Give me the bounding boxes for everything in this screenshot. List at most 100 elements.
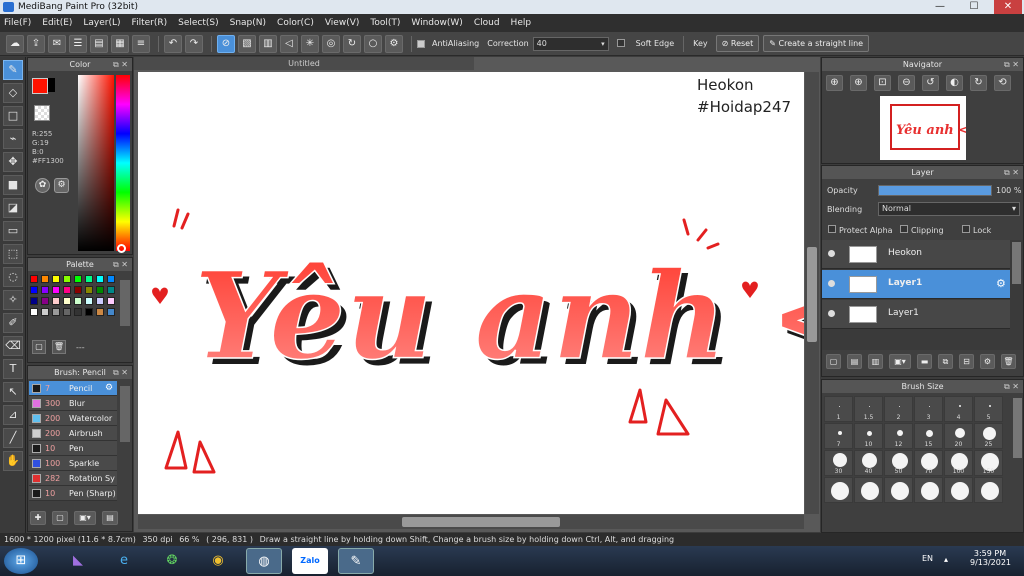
palette-swatch[interactable] [30,275,38,283]
palette-scrollbar[interactable] [120,280,130,326]
layer-settings-gear-icon[interactable]: ⚙ [996,277,1006,290]
chrome-icon[interactable]: ◉ [200,548,236,574]
chat-icon[interactable]: ☰ [69,34,87,53]
lock-option[interactable]: Lock [962,225,991,235]
palette-swatch[interactable] [74,308,82,316]
brush-size-option[interactable]: 1.5 [854,396,883,422]
palette-swatch[interactable] [30,286,38,294]
zoom-in-2-icon[interactable]: ⊕ [850,75,867,91]
palette-swatch[interactable] [74,297,82,305]
palette-swatch[interactable] [107,275,115,283]
horizontal-scroll-thumb[interactable] [402,517,560,527]
select-tool-icon[interactable]: ⬚ [3,244,23,264]
foreground-color-swatch[interactable] [32,78,48,94]
vertical-scrollbar[interactable] [805,72,819,514]
brush-size-option[interactable]: 20 [944,423,973,449]
brush-size-option[interactable] [914,477,943,503]
brush-size-option[interactable]: 4 [944,396,973,422]
visibility-eye-icon[interactable] [828,250,835,257]
lock-checkbox[interactable] [962,225,970,233]
palette-swatch[interactable] [30,308,38,316]
magic-wand-icon[interactable]: ✧ [3,290,23,310]
operation-tool-icon[interactable]: ↖ [3,382,23,402]
brush-size-option[interactable]: 70 [914,450,943,476]
menu-layer[interactable]: Layer(L) [83,18,120,28]
dot-tool-icon[interactable]: □ [3,106,23,126]
palette-swatch[interactable] [96,275,104,283]
brush-size-option[interactable]: 1 [824,396,853,422]
panel-close-icon[interactable]: ⧉ ✕ [113,366,128,379]
divide-tool-icon[interactable]: ╱ [3,428,23,448]
panel-close-icon[interactable]: ⧉ ✕ [1004,380,1019,393]
brush-size-option[interactable]: 30 [824,450,853,476]
palette-swatch[interactable] [52,286,60,294]
brush-item[interactable]: 10 Pen [29,441,117,456]
brush-size-option[interactable]: 2 [884,396,913,422]
layer-item[interactable]: Layer1 [822,300,1010,329]
internet-explorer-icon[interactable]: e [106,548,142,574]
palette-swatch[interactable] [96,286,104,294]
app-green-icon[interactable]: ❂ [154,548,190,574]
blending-select[interactable]: Normal ▾ [878,202,1020,216]
palette-swatch[interactable] [63,297,71,305]
palette-icon[interactable]: ✿ [35,178,50,193]
vertical-scroll-thumb[interactable] [807,247,817,342]
brush-item[interactable]: 300 Blur [29,396,117,411]
menu-view[interactable]: View(V) [325,18,360,28]
brush-size-option[interactable] [974,477,1003,503]
menu-tool[interactable]: Tool(T) [370,18,400,28]
zoom-in-icon[interactable]: ⊕ [826,75,843,91]
comment-icon[interactable]: ✉ [48,34,66,53]
antialiasing-checkbox[interactable] [417,39,425,48]
menu-select[interactable]: Select(S) [178,18,219,28]
palette-swatch[interactable] [107,297,115,305]
palette-swatch[interactable] [96,297,104,305]
merge-layer-icon[interactable]: ⊟ [959,354,974,369]
palette-swatch[interactable] [41,297,49,305]
brush-size-option[interactable] [944,477,973,503]
palette-swatch[interactable] [52,308,60,316]
medibang-taskbar-icon[interactable]: ✎ [338,548,374,574]
app-active-icon[interactable]: ◍ [246,548,282,574]
brush-menu-icon[interactable]: ▣▾ [74,511,96,525]
folder-icon[interactable]: ▬ [917,354,932,369]
palette-swatch[interactable] [85,286,93,294]
clock[interactable]: 3:59 PM 9/13/2021 [970,549,1011,567]
panel-close-icon[interactable]: ⧉ ✕ [1004,58,1019,71]
brush-settings-gear-icon[interactable]: ⚙ [105,381,113,396]
select-pen-icon[interactable]: ✐ [3,313,23,333]
close-button[interactable]: ✕ [994,0,1022,14]
soft-edge-checkbox[interactable] [616,38,625,47]
brush-size-option[interactable]: 150 [974,450,1003,476]
palette-swatch[interactable] [52,275,60,283]
parallel-snap-icon[interactable]: ▧ [238,34,256,53]
palette-swatch[interactable] [85,308,93,316]
protect-alpha-option[interactable]: Protect Alpha [828,225,893,235]
palette-swatch[interactable] [74,275,82,283]
palette-swatch[interactable] [85,275,93,283]
share-icon[interactable]: ⇪ [27,34,45,53]
palette-swatch[interactable] [74,286,82,294]
new-layer-icon[interactable]: ▢ [826,354,841,369]
trash-icon[interactable]: 🗑 [52,340,66,354]
cloud-icon[interactable]: ☁ [6,34,24,53]
menu-edit[interactable]: Edit(E) [42,18,72,28]
palette-swatch[interactable] [52,297,60,305]
eyedropper-icon[interactable]: ⊿ [3,405,23,425]
circle-snap-icon[interactable]: ◎ [322,34,340,53]
blur-tool-icon[interactable]: ⌁ [3,129,23,149]
menu-window[interactable]: Window(W) [411,18,462,28]
brush-size-scrollbar[interactable] [1013,398,1022,458]
reset-view-icon[interactable]: ⟲ [994,75,1011,91]
start-button-icon[interactable]: ⊞ [4,548,38,574]
brush-list-scrollbar[interactable] [120,386,130,442]
document-tab[interactable]: Untitled [134,57,474,70]
brush-tool-icon[interactable]: ✎ [3,60,23,80]
palette-swatch[interactable] [107,308,115,316]
brush-size-option[interactable] [854,477,883,503]
list-icon[interactable]: ≡ [132,34,150,53]
navigator-preview[interactable]: Yêu anh <3 [880,96,966,160]
brush-size-option[interactable]: 40 [854,450,883,476]
redo-icon[interactable]: ↷ [185,34,203,53]
clipping-checkbox[interactable] [900,225,908,233]
